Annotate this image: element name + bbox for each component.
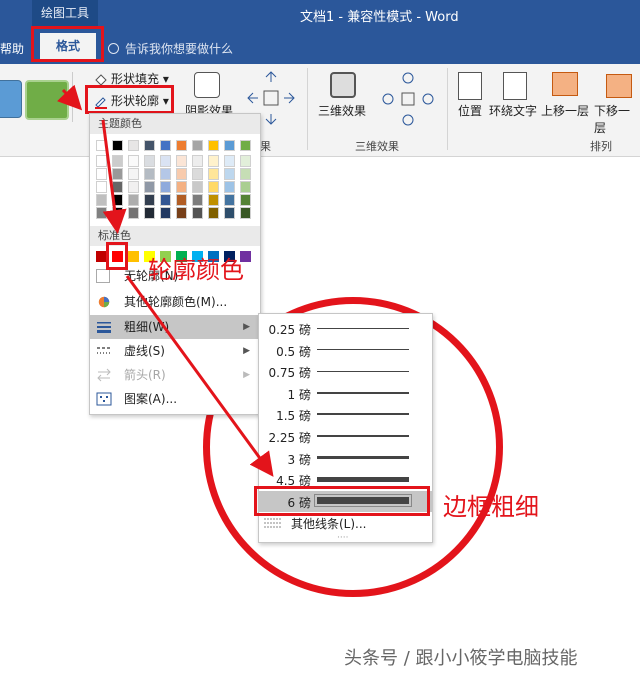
arrow-to-outline-button [56,84,83,111]
watermark: 头条号 / 跟小小筱学电脑技能 [344,648,578,669]
arrow-to-red-swatch [101,119,127,234]
annotation-arrows [56,84,274,477]
arrow-to-weight [125,275,274,477]
